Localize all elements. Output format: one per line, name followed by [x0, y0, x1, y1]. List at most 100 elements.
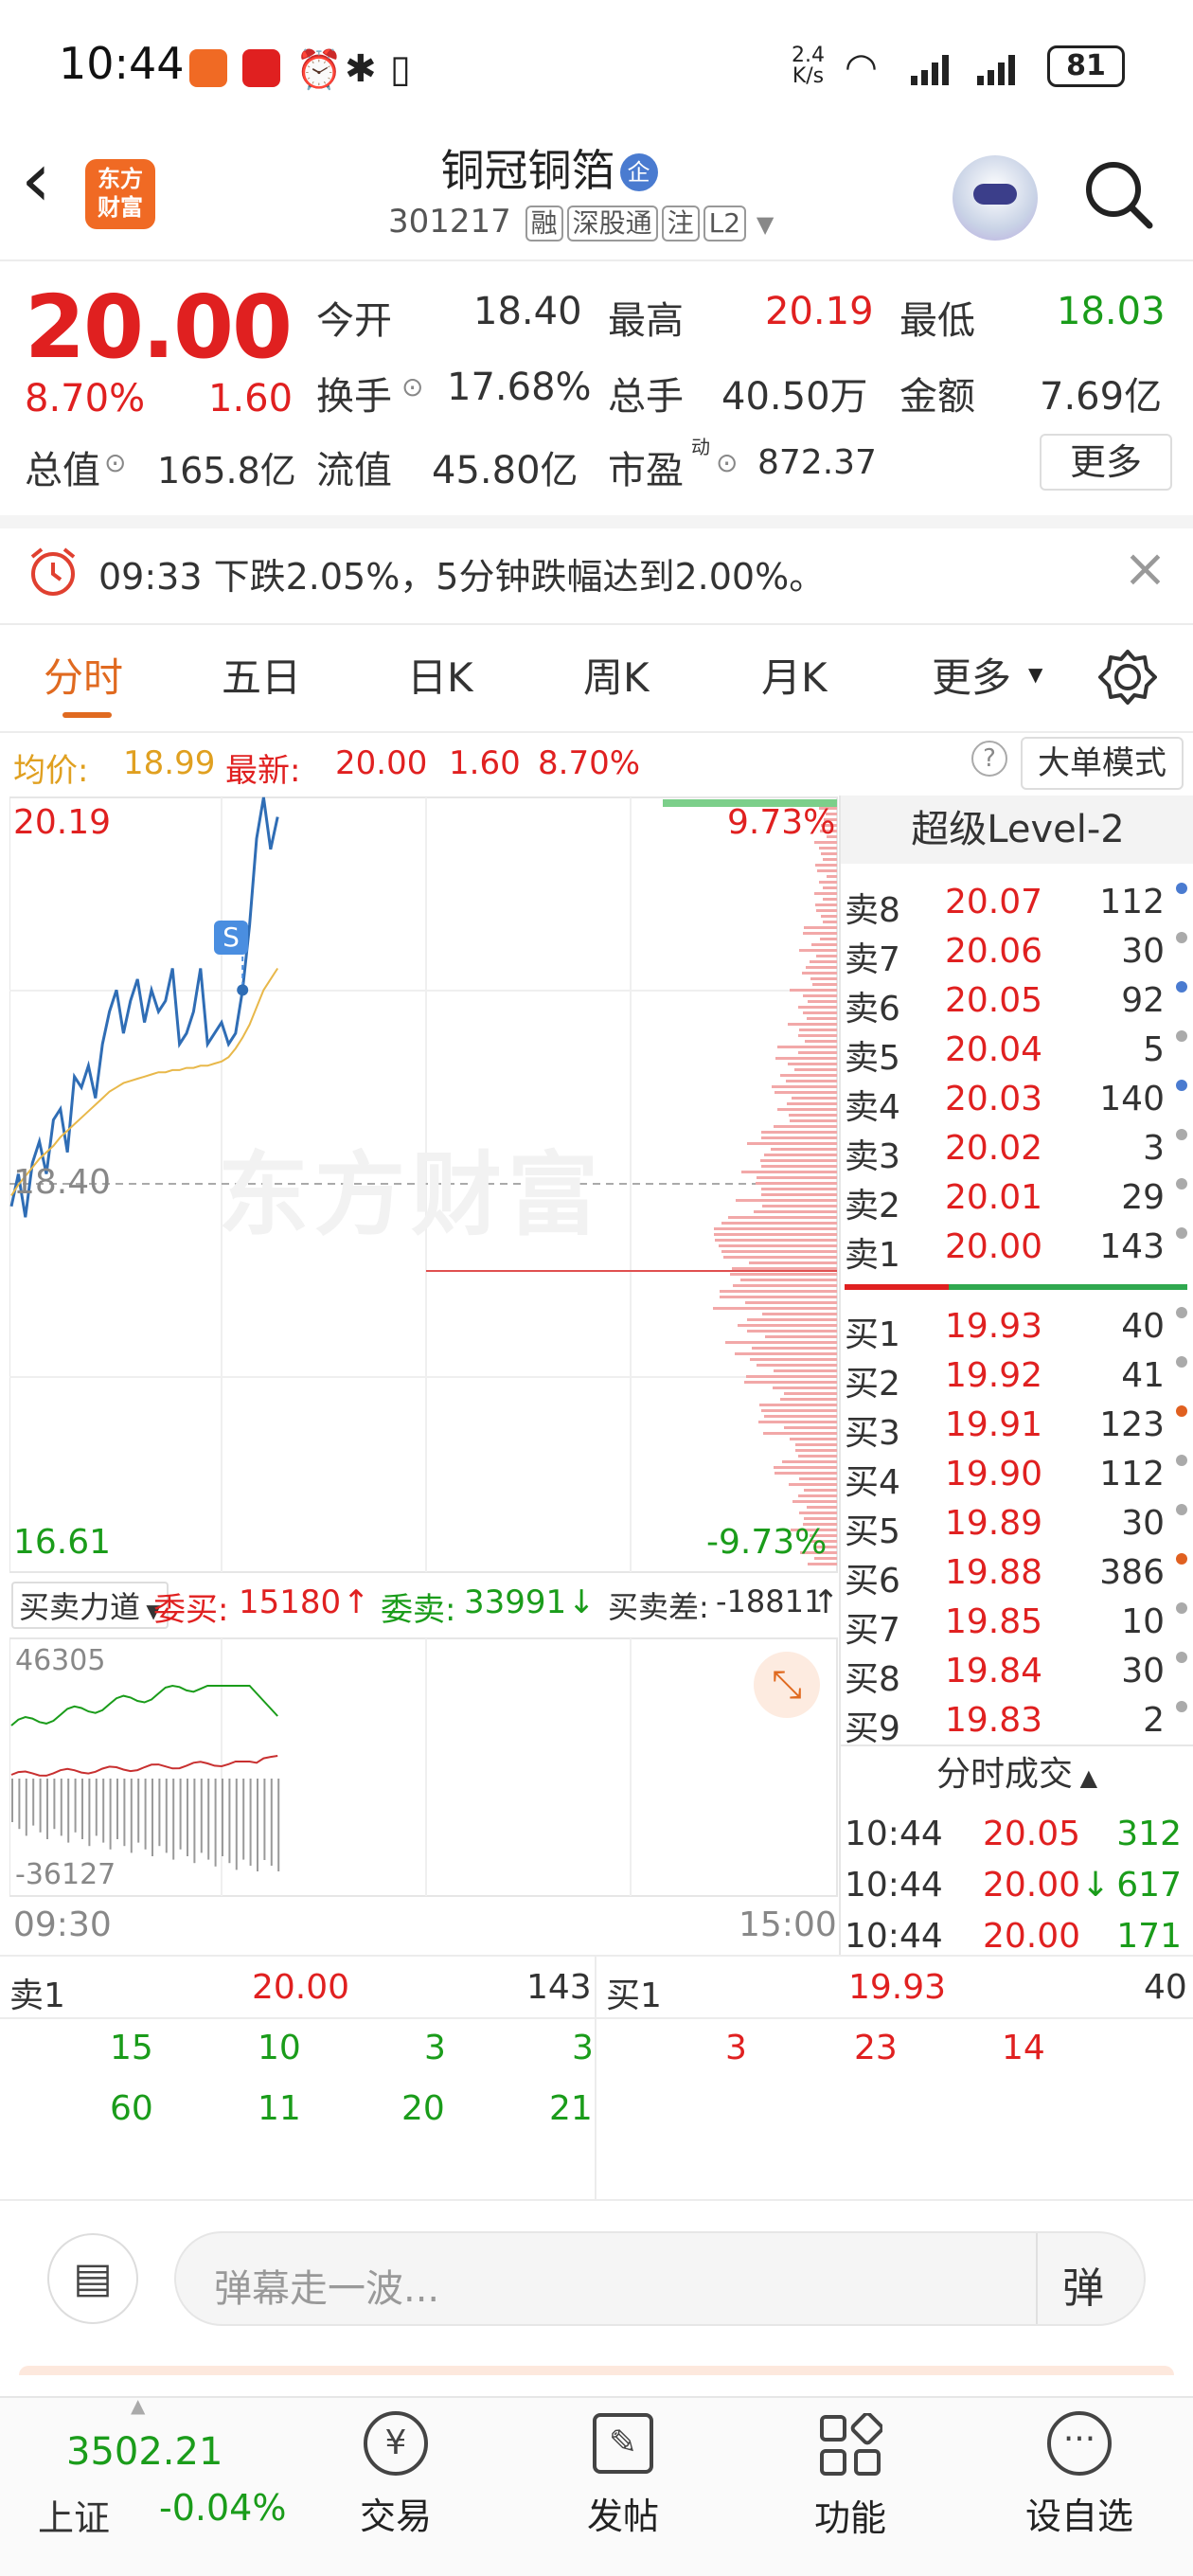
depth-bar — [714, 1233, 837, 1236]
queue-order: 23 — [854, 2029, 898, 2067]
depth-bar — [821, 852, 837, 855]
expand-icon[interactable]: ⤡ — [754, 1652, 820, 1718]
ask-row[interactable]: 卖2 20.01 29 — [845, 1172, 1187, 1225]
ask-row[interactable]: 卖5 20.04 5 — [845, 1025, 1187, 1078]
order-book-title[interactable]: 超级Level-2 — [841, 796, 1193, 864]
depth-bar — [799, 949, 837, 952]
app-logo[interactable]: 东方 财富 — [85, 159, 155, 229]
nav-post[interactable]: ✎ 发帖 — [564, 2406, 682, 2557]
index-name[interactable]: 上证 — [38, 2489, 110, 2541]
change-percent: 8.70% — [25, 377, 146, 420]
index-value[interactable]: 3502.21 — [66, 2430, 223, 2474]
bid-row[interactable]: 买2 19.92 41 — [845, 1351, 1187, 1404]
sell-power-line — [10, 1755, 278, 1777]
ask-price: 20.06 — [945, 932, 1043, 971]
tab-weekly-k[interactable]: 周K — [583, 646, 650, 704]
more-button[interactable]: 更多 — [1040, 434, 1172, 491]
ask-row[interactable]: 卖4 20.03 140 — [845, 1074, 1187, 1127]
tab-five-day[interactable]: 五日 — [222, 646, 301, 704]
depth-bar — [774, 1125, 837, 1128]
signal-marker[interactable]: S — [214, 921, 248, 955]
info-icon[interactable]: ⊙ — [716, 447, 738, 478]
order-dot-icon — [1176, 1553, 1187, 1565]
ask-row[interactable]: 卖3 20.02 3 — [845, 1123, 1187, 1176]
high-label: 最高 — [608, 299, 684, 343]
open-value: 18.40 — [473, 290, 582, 333]
nav-trade[interactable]: ¥ 交易 — [337, 2406, 454, 2557]
bid-row[interactable]: 买1 19.93 40 — [845, 1301, 1187, 1354]
down-arrow-icon: ↓ — [568, 1583, 596, 1621]
bid-row[interactable]: 买7 19.85 10 — [845, 1597, 1187, 1650]
intraday-chart[interactable] — [9, 796, 839, 1934]
trade-volume: 312 — [1116, 1815, 1182, 1853]
depth-bar — [784, 1426, 837, 1429]
robot-avatar[interactable] — [953, 155, 1038, 241]
info-icon[interactable]: ⊙ — [401, 371, 423, 402]
depth-bar — [807, 1506, 837, 1509]
bid-price: 19.91 — [945, 1405, 1043, 1444]
power-bar — [257, 1779, 258, 1871]
bid-row[interactable]: 买9 19.83 2 — [845, 1695, 1187, 1748]
depth-bar — [741, 1171, 837, 1173]
signal-point — [237, 984, 249, 996]
comment-input[interactable]: 弹幕走一波... 弹 — [174, 2231, 1146, 2326]
depth-bar — [747, 1330, 837, 1333]
bid-row[interactable]: 买4 19.90 112 — [845, 1449, 1187, 1502]
queue-order: 60 — [110, 2089, 153, 2128]
ask-row[interactable]: 卖7 20.06 30 — [845, 926, 1187, 979]
tag-margin: 融 — [525, 206, 563, 242]
order-dot-icon — [1176, 1030, 1187, 1042]
danmu-button[interactable]: 弹 — [1062, 2254, 1104, 2315]
queue-order: 11 — [258, 2089, 301, 2128]
bid-row[interactable]: 买3 19.91 123 — [845, 1400, 1187, 1453]
chevron-down-icon[interactable]: ▼ — [757, 211, 774, 238]
bid-row[interactable]: 买5 19.89 30 — [845, 1498, 1187, 1551]
tab-monthly-k[interactable]: 月K — [761, 646, 828, 704]
nav-add-watchlist[interactable]: ··· 设自选 — [1004, 2406, 1155, 2557]
power-bar — [18, 1779, 21, 1830]
pe-value: 872.37 — [757, 443, 877, 482]
depth-bar — [775, 1057, 837, 1060]
price-alert-bar[interactable]: 09:33 下跌2.05%，5分钟跌幅达到2.00%。 × — [0, 528, 1193, 623]
float-label: 流值 — [316, 449, 392, 492]
bid-row[interactable]: 买8 19.84 30 — [845, 1646, 1187, 1699]
ask-row[interactable]: 卖8 20.07 112 — [845, 877, 1187, 930]
depth-bar — [740, 1279, 837, 1281]
up-arrow-icon: ↑ — [812, 1583, 840, 1621]
tab-daily-k[interactable]: 日K — [407, 646, 473, 704]
avg-value: 18.99 — [123, 744, 216, 782]
nav-functions[interactable]: 功能 — [792, 2406, 909, 2557]
close-icon[interactable]: × — [1123, 538, 1167, 599]
trades-header[interactable]: 分时成交 ▲ — [841, 1744, 1193, 1801]
chart-header: 均价: 18.99 最新: 20.00 1.60 8.70% ? 大单模式 — [0, 733, 1193, 796]
search-icon[interactable] — [1081, 157, 1157, 233]
depth-bar — [720, 1296, 837, 1298]
high-value: 20.19 — [765, 290, 874, 333]
info-icon[interactable]: ⊙ — [104, 447, 126, 478]
depth-bar — [804, 926, 837, 929]
grid-icon — [820, 2413, 882, 2476]
tab-more[interactable]: 更多 — [932, 646, 1011, 704]
depth-bar — [788, 1023, 837, 1026]
ask-row[interactable]: 卖6 20.05 92 — [845, 975, 1187, 1029]
depth-bar — [765, 1335, 837, 1338]
depth-bar — [736, 1199, 837, 1202]
note-icon[interactable]: ▤ — [47, 2233, 138, 2324]
depth-bar — [725, 1341, 837, 1344]
bid-row[interactable]: 买6 19.88 386 — [845, 1547, 1187, 1601]
order-dot-icon — [1176, 1129, 1187, 1140]
index-change[interactable]: -0.04% — [159, 2487, 286, 2529]
queue-buy-price: 19.93 — [848, 1968, 947, 2007]
gear-icon[interactable] — [1098, 648, 1157, 707]
depth-bar — [814, 892, 837, 895]
bid-volume: 41 — [1121, 1356, 1165, 1395]
stock-title-area[interactable]: 铜冠铜箔 企 — [284, 136, 814, 199]
big-order-mode-button[interactable]: 大单模式 — [1021, 737, 1184, 790]
depth-bar — [798, 1006, 837, 1009]
amount-label: 金额 — [899, 375, 975, 419]
back-button[interactable]: ‹ — [21, 142, 51, 218]
ask-row[interactable]: 卖1 20.00 143 — [845, 1222, 1187, 1275]
help-icon[interactable]: ? — [971, 741, 1007, 777]
tab-intraday[interactable]: 分时 — [44, 646, 123, 704]
indicator-select[interactable]: 买卖力道 ▼ — [11, 1582, 169, 1629]
